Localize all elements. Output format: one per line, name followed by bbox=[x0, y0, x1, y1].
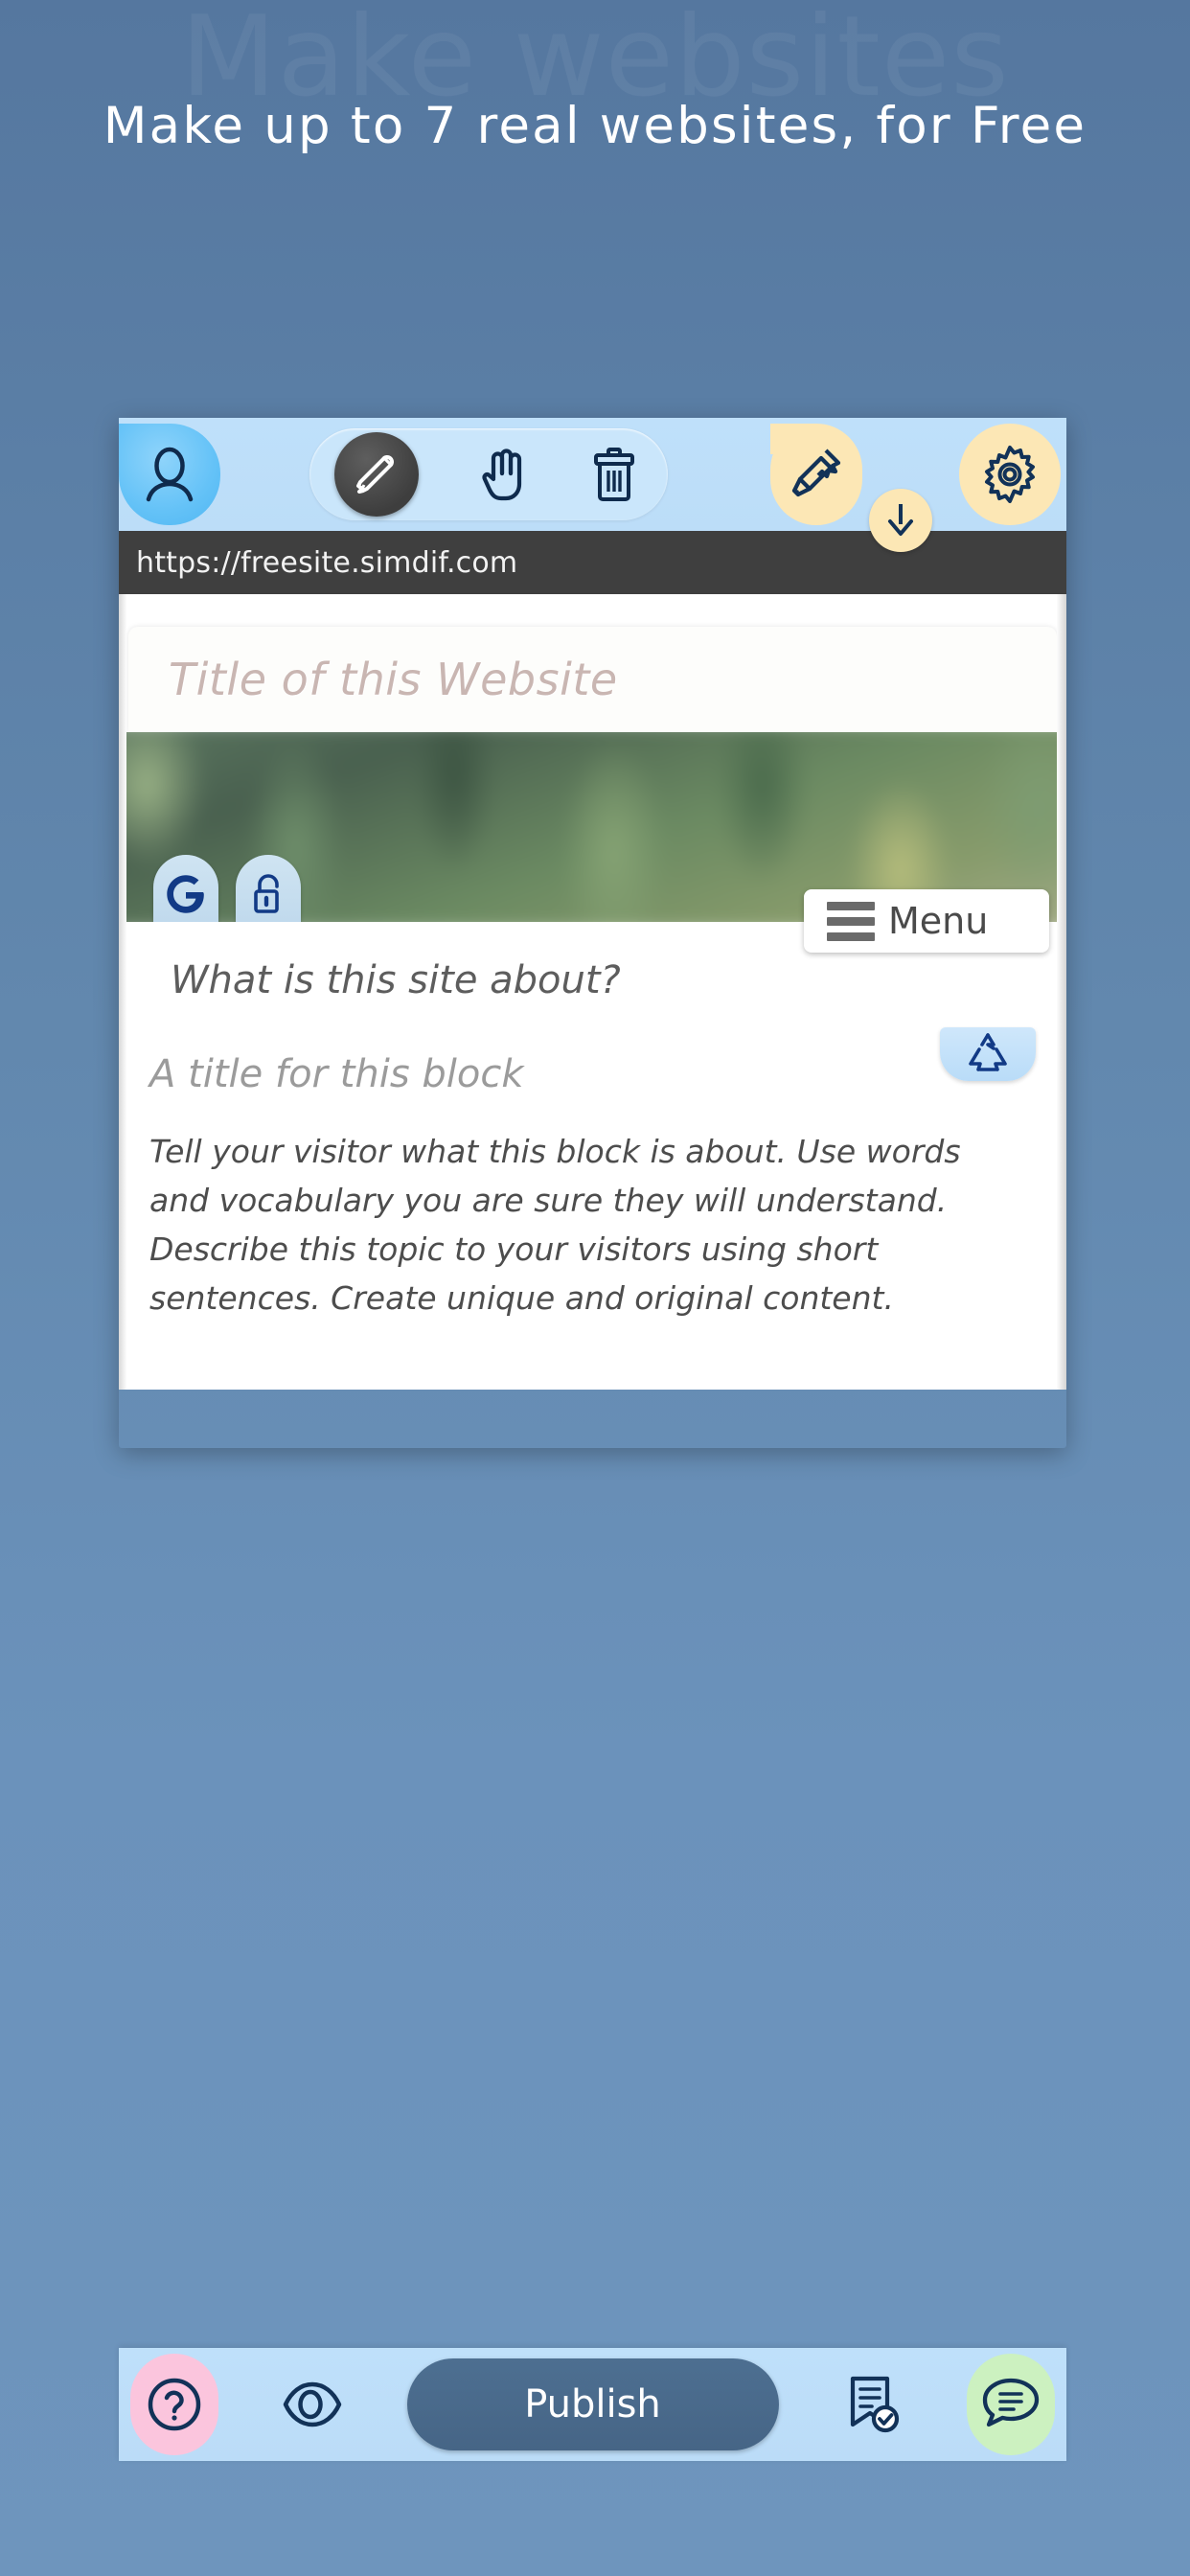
eye-icon bbox=[281, 2378, 344, 2431]
pages-button[interactable] bbox=[829, 2354, 917, 2455]
hand-icon bbox=[480, 447, 530, 502]
google-g-icon bbox=[167, 873, 205, 915]
google-badge-button[interactable] bbox=[153, 855, 218, 922]
canvas-scrollbar[interactable] bbox=[1057, 594, 1066, 1390]
chat-bubble-icon bbox=[981, 2377, 1041, 2432]
promo-headline: Make up to 7 real websites, for Free bbox=[103, 97, 1087, 155]
account-avatar-icon bbox=[143, 447, 196, 502]
site-menu-label: Menu bbox=[888, 900, 989, 942]
chat-button[interactable] bbox=[967, 2354, 1055, 2455]
site-title-card[interactable]: Title of this Website bbox=[128, 627, 1057, 732]
tool-group bbox=[309, 428, 668, 520]
privacy-lock-button[interactable] bbox=[236, 855, 301, 922]
paintbrush-icon bbox=[787, 445, 846, 504]
gear-icon bbox=[978, 443, 1041, 506]
preview-button[interactable] bbox=[268, 2354, 356, 2455]
site-title: Title of this Website bbox=[169, 654, 618, 705]
bookmark-check-icon bbox=[845, 2375, 901, 2434]
site-paragraph[interactable]: Tell your visitor what this block is abo… bbox=[128, 1096, 1057, 1323]
editor-toolbar bbox=[119, 418, 1066, 552]
site-block-title[interactable]: A title for this block bbox=[128, 1002, 1057, 1096]
url-text: https://freesite.simdif.com bbox=[136, 545, 518, 580]
design-tool-button[interactable] bbox=[770, 424, 862, 525]
pencil-icon bbox=[352, 449, 401, 499]
publish-label: Publish bbox=[524, 2382, 661, 2426]
canvas-left-edge bbox=[119, 594, 126, 1390]
download-arrow-icon bbox=[883, 501, 918, 540]
download-button[interactable] bbox=[869, 489, 932, 552]
recycle-block-button[interactable] bbox=[940, 1027, 1036, 1081]
delete-tool-button[interactable] bbox=[591, 447, 637, 502]
recycle-icon bbox=[963, 1031, 1013, 1077]
settings-button[interactable] bbox=[959, 424, 1061, 525]
hamburger-icon bbox=[827, 901, 875, 941]
site-preview-canvas: Title of this Website Menu What is this … bbox=[119, 594, 1066, 1390]
move-tool-button[interactable] bbox=[480, 447, 530, 502]
trash-icon bbox=[591, 447, 637, 502]
edit-tool-button[interactable] bbox=[334, 432, 419, 517]
question-mark-icon bbox=[145, 2375, 204, 2434]
account-avatar-button[interactable] bbox=[119, 424, 220, 525]
unlocked-padlock-icon bbox=[250, 872, 286, 916]
publish-button[interactable]: Publish bbox=[406, 2358, 779, 2450]
help-button[interactable] bbox=[130, 2354, 218, 2455]
editor-bottom-bar: Publish bbox=[119, 2348, 1066, 2461]
site-menu-button[interactable]: Menu bbox=[804, 889, 1049, 953]
site-body: What is this site about? A title for thi… bbox=[128, 922, 1057, 1323]
